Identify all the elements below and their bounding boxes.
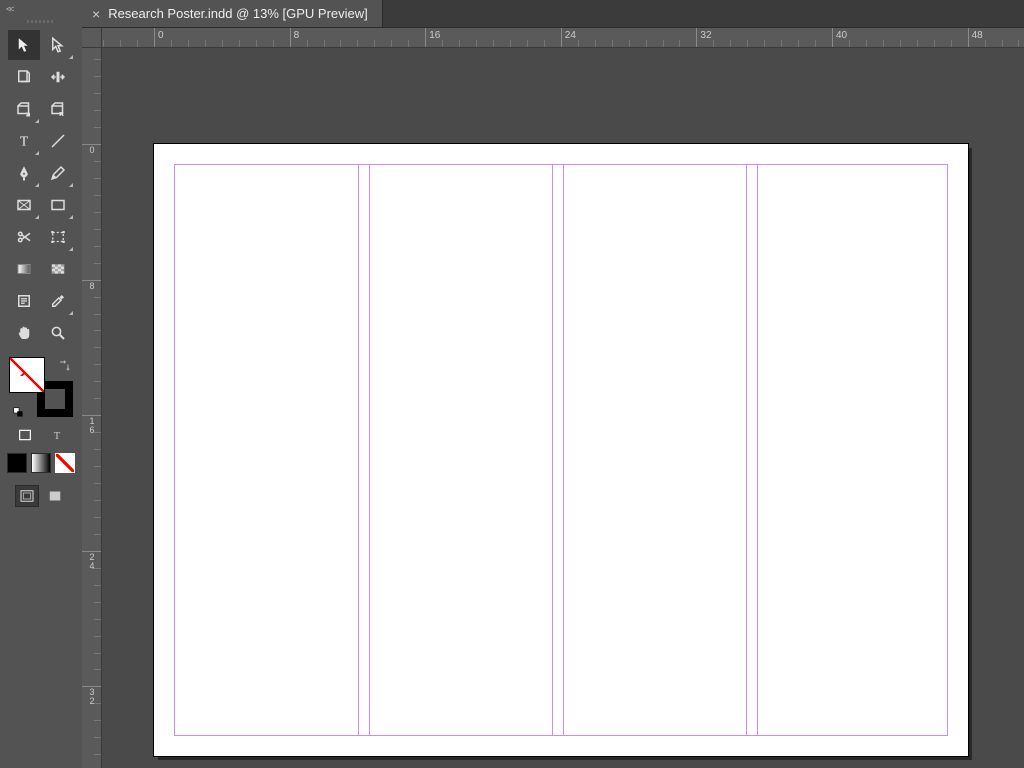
apply-fill-row xyxy=(8,454,74,472)
ruler-tick-label: 8 xyxy=(84,282,100,291)
tools-panel: << T xyxy=(0,0,82,768)
pen-tool[interactable] xyxy=(8,158,40,188)
svg-text:T: T xyxy=(20,134,29,149)
gap-icon xyxy=(49,68,67,86)
direct-selection-tool[interactable] xyxy=(42,30,74,60)
canvas[interactable] xyxy=(102,48,1024,768)
ruler-tick-label: 0 xyxy=(158,30,164,41)
ruler-tick-label: 8 xyxy=(294,30,300,41)
note-icon xyxy=(15,292,33,310)
gap-tool[interactable] xyxy=(42,62,74,92)
apply-gradient-chip[interactable] xyxy=(32,454,50,472)
pen-icon xyxy=(15,164,33,182)
default-fill-stroke-icon[interactable] xyxy=(12,406,26,420)
document-tab[interactable]: × Research Poster.indd @ 13% [GPU Previe… xyxy=(82,0,383,27)
gradient-swatch-tool[interactable] xyxy=(8,254,40,284)
note-tool[interactable] xyxy=(8,286,40,316)
screen-mode-row xyxy=(16,486,66,506)
swap-fill-stroke-icon[interactable] xyxy=(56,358,72,374)
column-guide xyxy=(757,164,758,736)
cursor-arrow-outline-icon xyxy=(49,36,67,54)
column-guide xyxy=(746,164,747,736)
page-icon xyxy=(15,68,33,86)
content-placer-tool[interactable] xyxy=(42,94,74,124)
apply-color-chip[interactable] xyxy=(8,454,26,472)
document-viewport[interactable]: 0 8 16 24 32 40 48 0 8 16 24 32 xyxy=(82,28,1024,768)
scissors-tool[interactable] xyxy=(8,222,40,252)
column-guide xyxy=(369,164,370,736)
rectangle-icon xyxy=(49,196,67,214)
free-transform-icon xyxy=(49,228,67,246)
tool-grid: T xyxy=(4,26,78,356)
column-guide xyxy=(552,164,553,736)
content-collector-icon xyxy=(15,100,33,118)
fill-stroke-swatch xyxy=(10,358,72,416)
pencil-tool[interactable] xyxy=(42,158,74,188)
scissors-icon xyxy=(15,228,33,246)
formatting-affects-text-icon[interactable]: T xyxy=(48,426,66,444)
free-transform-tool[interactable] xyxy=(42,222,74,252)
panel-grip[interactable] xyxy=(0,16,82,26)
fill-swatch[interactable] xyxy=(10,358,44,392)
close-tab-icon[interactable]: × xyxy=(92,6,100,22)
document-tab-title: Research Poster.indd @ 13% [GPU Preview] xyxy=(108,6,368,21)
column-guide xyxy=(563,164,564,736)
type-icon: T xyxy=(15,132,33,150)
eyedropper-tool[interactable] xyxy=(42,286,74,316)
ruler-tick-label: 0 xyxy=(84,146,100,155)
preview-view-mode-icon[interactable] xyxy=(44,486,66,506)
document-tab-bar: × Research Poster.indd @ 13% [GPU Previe… xyxy=(82,0,1024,28)
gradient-feather-icon xyxy=(49,260,67,278)
selection-tool[interactable] xyxy=(8,30,40,60)
ruler-tick-label: 32 xyxy=(700,30,711,41)
gradient-feather-tool[interactable] xyxy=(42,254,74,284)
column-guide xyxy=(358,164,359,736)
gradient-swatch-icon xyxy=(15,260,33,278)
eyedropper-icon xyxy=(49,292,67,310)
ruler-tick-label: 16 xyxy=(429,30,440,41)
margin-guide xyxy=(174,164,948,736)
content-placer-icon xyxy=(49,100,67,118)
svg-text:T: T xyxy=(54,431,61,442)
cursor-arrow-icon xyxy=(15,36,33,54)
collapse-panel-icon[interactable]: << xyxy=(0,2,19,16)
normal-view-mode-icon[interactable] xyxy=(16,486,38,506)
content-collector-tool[interactable] xyxy=(8,94,40,124)
horizontal-ruler[interactable]: 0 8 16 24 32 40 48 xyxy=(102,28,1024,48)
ruler-tick-label: 40 xyxy=(836,30,847,41)
rectangle-frame-icon xyxy=(15,196,33,214)
vertical-ruler[interactable]: 08162432 xyxy=(82,48,102,768)
ruler-tick-label: 48 xyxy=(972,30,983,41)
apply-none-chip[interactable] xyxy=(56,454,74,472)
workspace: × Research Poster.indd @ 13% [GPU Previe… xyxy=(82,0,1024,768)
pencil-icon xyxy=(49,164,67,182)
type-tool[interactable]: T xyxy=(8,126,40,156)
line-tool[interactable] xyxy=(42,126,74,156)
line-icon xyxy=(49,132,67,150)
formatting-affects-row: T xyxy=(16,426,66,444)
rectangle-tool[interactable] xyxy=(42,190,74,220)
hand-tool[interactable] xyxy=(8,318,40,348)
rectangle-frame-tool[interactable] xyxy=(8,190,40,220)
zoom-icon xyxy=(49,324,67,342)
ruler-origin-corner[interactable] xyxy=(82,28,102,48)
hand-icon xyxy=(15,324,33,342)
ruler-tick-label: 24 xyxy=(565,30,576,41)
zoom-tool[interactable] xyxy=(42,318,74,348)
page-tool[interactable] xyxy=(8,62,40,92)
formatting-affects-container-icon[interactable] xyxy=(16,426,34,444)
